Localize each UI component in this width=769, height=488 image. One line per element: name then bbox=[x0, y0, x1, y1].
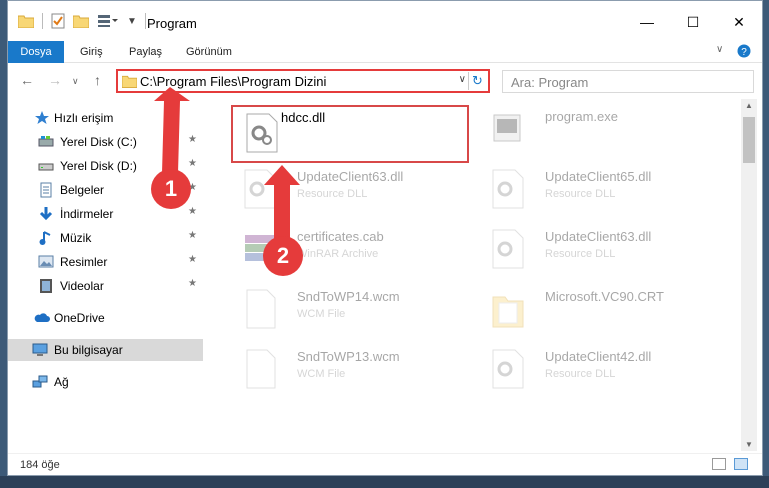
explorer-window: ▼ Program — ☐ ✕ Dosya Giriş Paylaş Görün… bbox=[7, 0, 763, 476]
step-marker-1: 1 bbox=[151, 169, 191, 209]
annotation-arrows bbox=[154, 87, 300, 239]
step-marker-2: 2 bbox=[263, 236, 303, 276]
desktop-background bbox=[0, 476, 769, 488]
